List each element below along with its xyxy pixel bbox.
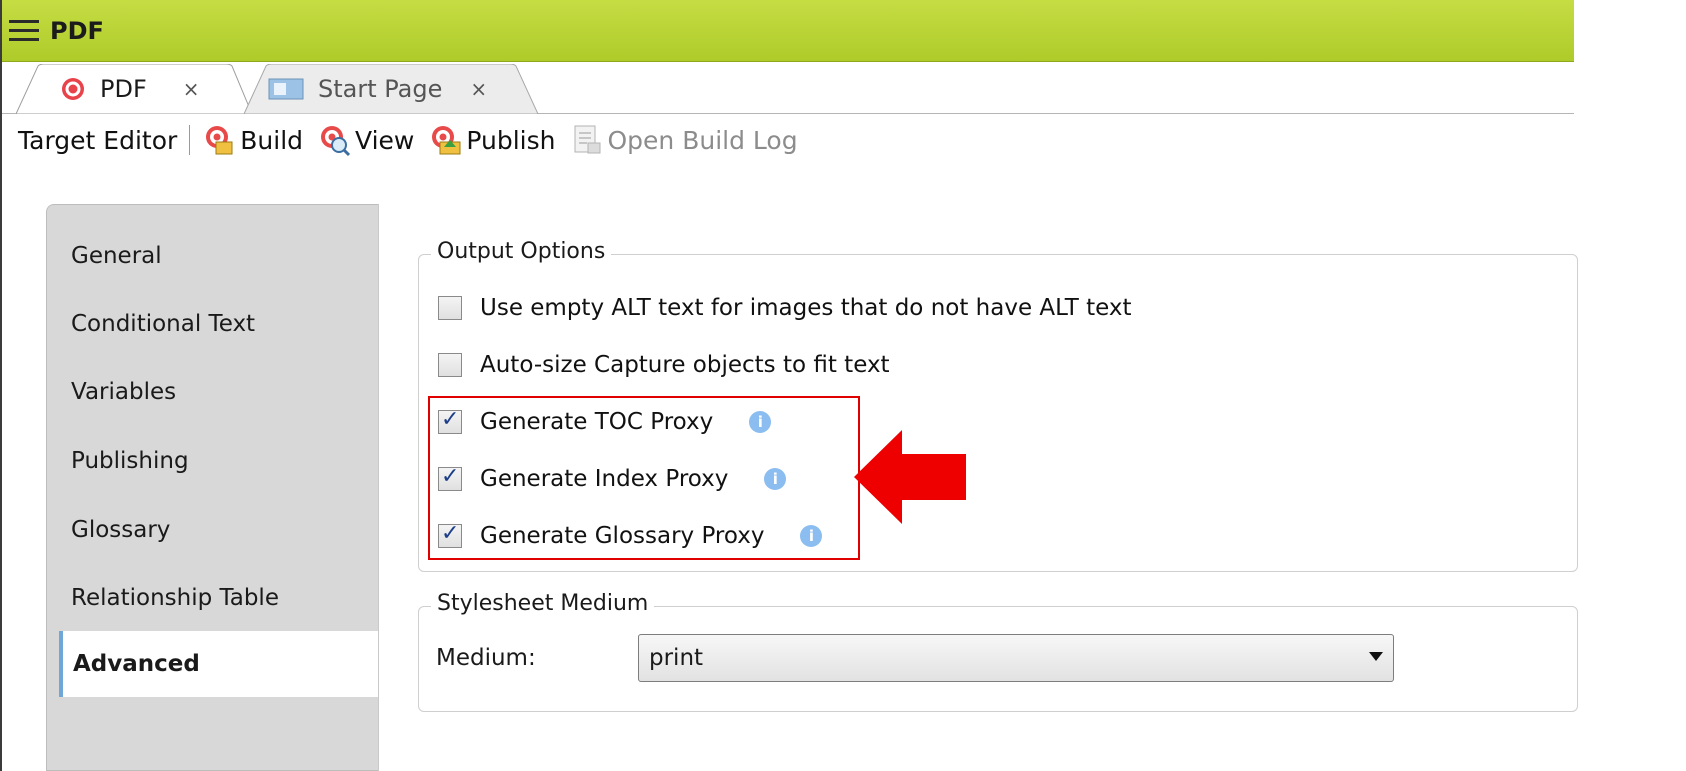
output-options-legend: Output Options [431,239,612,264]
tab-label: PDF [100,75,147,103]
sidebar-item-general[interactable]: General [71,243,162,269]
view-button[interactable]: View [317,123,414,157]
publish-icon [432,126,461,155]
target-editor-toolbar: Target Editor Build View Publish Open Bu… [2,114,1574,166]
tab-label: Start Page [318,75,443,103]
view-icon [321,126,351,157]
build-label: Build [240,125,304,155]
toolbar-separator [189,125,191,155]
tab-strip: PDF × Start Page × [2,62,1574,114]
build-icon [206,126,233,155]
open-build-log-button[interactable]: Open Build Log [570,123,798,157]
close-tab-icon[interactable]: × [470,77,487,101]
settings-sidebar: General Conditional Text Variables Publi… [46,204,381,771]
option-label: Use empty ALT text for images that do no… [480,295,1132,321]
build-button[interactable]: Build [202,123,303,157]
option-label: Auto-size Capture objects to fit text [480,352,890,378]
option-auto-size-capture[interactable]: Auto-size Capture objects to fit text [438,352,890,378]
publish-button[interactable]: Publish [428,123,556,157]
view-label: View [355,125,415,155]
title-bar: PDF [2,0,1574,62]
sidebar-item-publishing[interactable]: Publishing [71,448,189,474]
medium-select[interactable]: print [638,634,1394,682]
auto-size-capture-checkbox[interactable] [438,353,462,377]
dropdown-arrow-icon [1369,652,1383,661]
highlight-box [428,396,860,560]
medium-label: Medium: [436,645,536,671]
sidebar-item-variables[interactable]: Variables [71,379,176,405]
open-build-log-label: Open Build Log [607,125,798,155]
option-empty-alt-text[interactable]: Use empty ALT text for images that do no… [438,295,1132,321]
app-window: PDF PDF × Start Page × Target Editor Bui… [0,0,1578,771]
sidebar-item-glossary[interactable]: Glossary [71,517,170,543]
target-icon [62,78,84,100]
window-title: PDF [50,16,104,45]
sidebar-item-relationship-table[interactable]: Relationship Table [71,585,279,611]
hamburger-menu-icon[interactable] [2,0,46,62]
close-tab-icon[interactable]: × [183,77,200,101]
build-log-icon [574,125,600,154]
stylesheet-medium-legend: Stylesheet Medium [431,591,655,616]
tab-start-page[interactable]: Start Page × [238,64,542,114]
empty-alt-text-checkbox[interactable] [438,296,462,320]
publish-label: Publish [466,125,556,155]
sidebar-item-advanced[interactable]: Advanced [59,631,381,697]
medium-select-value: print [649,645,704,671]
toolbar-label: Target Editor [18,125,178,155]
sidebar-item-conditional-text[interactable]: Conditional Text [71,311,255,337]
start-page-icon [268,78,304,100]
red-arrow-icon [854,430,966,524]
tab-pdf[interactable]: PDF × [16,64,252,114]
